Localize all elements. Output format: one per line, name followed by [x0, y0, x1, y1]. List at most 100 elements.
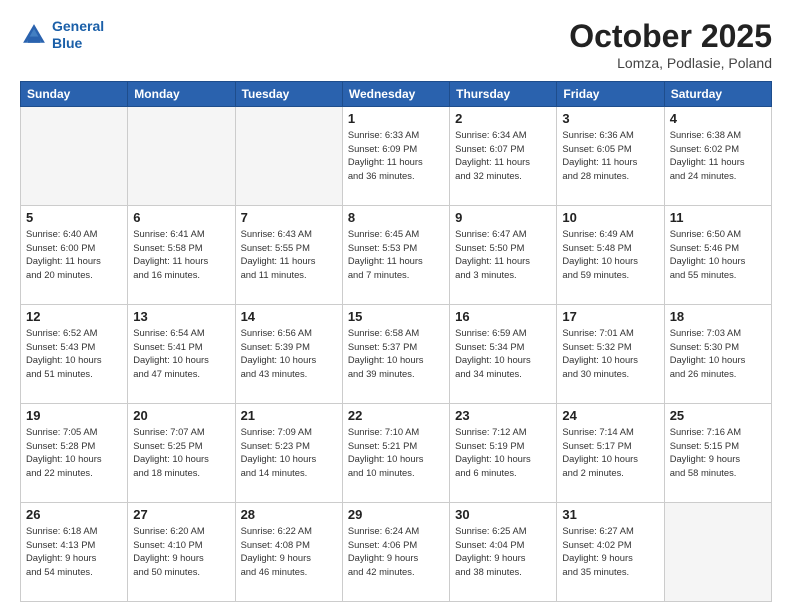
col-header-thursday: Thursday — [450, 82, 557, 107]
day-info: Sunrise: 6:52 AM Sunset: 5:43 PM Dayligh… — [26, 326, 122, 381]
day-number: 25 — [670, 408, 766, 423]
day-info: Sunrise: 7:10 AM Sunset: 5:21 PM Dayligh… — [348, 425, 444, 480]
calendar-cell: 14Sunrise: 6:56 AM Sunset: 5:39 PM Dayli… — [235, 305, 342, 404]
calendar-cell: 27Sunrise: 6:20 AM Sunset: 4:10 PM Dayli… — [128, 503, 235, 602]
day-number: 6 — [133, 210, 229, 225]
day-number: 8 — [348, 210, 444, 225]
day-info: Sunrise: 6:40 AM Sunset: 6:00 PM Dayligh… — [26, 227, 122, 282]
day-number: 15 — [348, 309, 444, 324]
calendar-cell: 3Sunrise: 6:36 AM Sunset: 6:05 PM Daylig… — [557, 107, 664, 206]
calendar-cell: 20 Sunrise: 7:07 AM Sunset: 5:25 PM Dayli… — [128, 404, 235, 503]
page-subtitle: Lomza, Podlasie, Poland — [569, 55, 772, 71]
day-number: 19 — [26, 408, 122, 423]
calendar-cell: 9 Sunrise: 6:47 AM Sunset: 5:50 PM Daylig… — [450, 206, 557, 305]
calendar-cell: 19 Sunrise: 7:05 AM Sunset: 5:28 PM Dayli… — [21, 404, 128, 503]
day-number: 30 — [455, 507, 551, 522]
day-info: Sunrise: 7:09 AM Sunset: 5:23 PM Dayligh… — [241, 425, 337, 480]
day-info: Sunrise: 6:56 AM Sunset: 5:39 PM Dayligh… — [241, 326, 337, 381]
day-info: Sunrise: 6:25 AM Sunset: 4:04 PM Dayligh… — [455, 524, 551, 579]
day-info: Sunrise: 6:59 AM Sunset: 5:34 PM Dayligh… — [455, 326, 551, 381]
day-info: Sunrise: 6:24 AM Sunset: 4:06 PM Dayligh… — [348, 524, 444, 579]
day-info: Sunrise: 6:33 AM Sunset: 6:09 PM Dayligh… — [348, 128, 444, 183]
day-info: Sunrise: 7:14 AM Sunset: 5:17 PM Dayligh… — [562, 425, 658, 480]
day-number: 7 — [241, 210, 337, 225]
day-info: Sunrise: 6:50 AM Sunset: 5:46 PM Dayligh… — [670, 227, 766, 282]
logo: General Blue — [20, 18, 104, 52]
day-number: 10 — [562, 210, 658, 225]
day-info: Sunrise: 6:27 AM Sunset: 4:02 PM Dayligh… — [562, 524, 658, 579]
col-header-saturday: Saturday — [664, 82, 771, 107]
header: General Blue October 2025 Lomza, Podlasi… — [20, 18, 772, 71]
calendar-cell — [21, 107, 128, 206]
day-info: Sunrise: 6:20 AM Sunset: 4:10 PM Dayligh… — [133, 524, 229, 579]
calendar-cell: 1 Sunrise: 6:33 AM Sunset: 6:09 PM Daylig… — [342, 107, 449, 206]
week-row-3: 12 Sunrise: 6:52 AM Sunset: 5:43 PM Dayli… — [21, 305, 772, 404]
day-info: Sunrise: 6:34 AM Sunset: 6:07 PM Dayligh… — [455, 128, 551, 183]
day-info: Sunrise: 6:45 AM Sunset: 5:53 PM Dayligh… — [348, 227, 444, 282]
day-number: 11 — [670, 210, 766, 225]
day-info: Sunrise: 7:03 AM Sunset: 5:30 PM Dayligh… — [670, 326, 766, 381]
logo-blue: Blue — [52, 35, 82, 51]
day-info: Sunrise: 7:16 AM Sunset: 5:15 PM Dayligh… — [670, 425, 766, 480]
day-info: Sunrise: 7:07 AM Sunset: 5:25 PM Dayligh… — [133, 425, 229, 480]
calendar-cell: 26Sunrise: 6:18 AM Sunset: 4:13 PM Dayli… — [21, 503, 128, 602]
calendar-cell: 23Sunrise: 7:12 AM Sunset: 5:19 PM Dayli… — [450, 404, 557, 503]
col-header-friday: Friday — [557, 82, 664, 107]
day-info: Sunrise: 6:22 AM Sunset: 4:08 PM Dayligh… — [241, 524, 337, 579]
calendar-cell — [235, 107, 342, 206]
calendar-cell: 24Sunrise: 7:14 AM Sunset: 5:17 PM Dayli… — [557, 404, 664, 503]
calendar-cell: 30 Sunrise: 6:25 AM Sunset: 4:04 PM Dayli… — [450, 503, 557, 602]
col-header-tuesday: Tuesday — [235, 82, 342, 107]
day-number: 1 — [348, 111, 444, 126]
day-info: Sunrise: 7:01 AM Sunset: 5:32 PM Dayligh… — [562, 326, 658, 381]
logo-text: General Blue — [52, 18, 104, 52]
calendar-cell: 17Sunrise: 7:01 AM Sunset: 5:32 PM Dayli… — [557, 305, 664, 404]
day-number: 31 — [562, 507, 658, 522]
day-info: Sunrise: 7:05 AM Sunset: 5:28 PM Dayligh… — [26, 425, 122, 480]
day-info: Sunrise: 6:18 AM Sunset: 4:13 PM Dayligh… — [26, 524, 122, 579]
week-row-4: 19 Sunrise: 7:05 AM Sunset: 5:28 PM Dayli… — [21, 404, 772, 503]
day-number: 3 — [562, 111, 658, 126]
day-info: Sunrise: 7:12 AM Sunset: 5:19 PM Dayligh… — [455, 425, 551, 480]
calendar-cell: 7 Sunrise: 6:43 AM Sunset: 5:55 PM Daylig… — [235, 206, 342, 305]
col-header-monday: Monday — [128, 82, 235, 107]
day-header-row: SundayMondayTuesdayWednesdayThursdayFrid… — [21, 82, 772, 107]
calendar-cell: 29 Sunrise: 6:24 AM Sunset: 4:06 PM Dayli… — [342, 503, 449, 602]
calendar-cell: 2 Sunrise: 6:34 AM Sunset: 6:07 PM Daylig… — [450, 107, 557, 206]
day-number: 9 — [455, 210, 551, 225]
day-number: 29 — [348, 507, 444, 522]
calendar-cell — [664, 503, 771, 602]
calendar-cell: 21 Sunrise: 7:09 AM Sunset: 5:23 PM Dayli… — [235, 404, 342, 503]
calendar-cell: 15 Sunrise: 6:58 AM Sunset: 5:37 PM Dayli… — [342, 305, 449, 404]
week-row-2: 5Sunrise: 6:40 AM Sunset: 6:00 PM Daylig… — [21, 206, 772, 305]
day-info: Sunrise: 6:38 AM Sunset: 6:02 PM Dayligh… — [670, 128, 766, 183]
week-row-5: 26Sunrise: 6:18 AM Sunset: 4:13 PM Dayli… — [21, 503, 772, 602]
day-info: Sunrise: 6:47 AM Sunset: 5:50 PM Dayligh… — [455, 227, 551, 282]
calendar-cell: 18 Sunrise: 7:03 AM Sunset: 5:30 PM Dayli… — [664, 305, 771, 404]
calendar-cell: 31 Sunrise: 6:27 AM Sunset: 4:02 PM Dayli… — [557, 503, 664, 602]
day-number: 21 — [241, 408, 337, 423]
day-number: 20 — [133, 408, 229, 423]
day-number: 22 — [348, 408, 444, 423]
calendar-cell — [128, 107, 235, 206]
calendar-cell: 10Sunrise: 6:49 AM Sunset: 5:48 PM Dayli… — [557, 206, 664, 305]
day-info: Sunrise: 6:58 AM Sunset: 5:37 PM Dayligh… — [348, 326, 444, 381]
calendar-cell: 12 Sunrise: 6:52 AM Sunset: 5:43 PM Dayli… — [21, 305, 128, 404]
page: General Blue October 2025 Lomza, Podlasi… — [0, 0, 792, 612]
day-number: 16 — [455, 309, 551, 324]
day-number: 2 — [455, 111, 551, 126]
col-header-wednesday: Wednesday — [342, 82, 449, 107]
week-row-1: 1 Sunrise: 6:33 AM Sunset: 6:09 PM Daylig… — [21, 107, 772, 206]
calendar-cell: 25 Sunrise: 7:16 AM Sunset: 5:15 PM Dayli… — [664, 404, 771, 503]
day-info: Sunrise: 6:43 AM Sunset: 5:55 PM Dayligh… — [241, 227, 337, 282]
day-number: 18 — [670, 309, 766, 324]
day-number: 28 — [241, 507, 337, 522]
title-block: October 2025 Lomza, Podlasie, Poland — [569, 18, 772, 71]
calendar-cell: 4Sunrise: 6:38 AM Sunset: 6:02 PM Daylig… — [664, 107, 771, 206]
calendar-cell: 22 Sunrise: 7:10 AM Sunset: 5:21 PM Dayli… — [342, 404, 449, 503]
calendar-cell: 28 Sunrise: 6:22 AM Sunset: 4:08 PM Dayli… — [235, 503, 342, 602]
day-number: 13 — [133, 309, 229, 324]
calendar-cell: 16 Sunrise: 6:59 AM Sunset: 5:34 PM Dayli… — [450, 305, 557, 404]
day-number: 12 — [26, 309, 122, 324]
day-info: Sunrise: 6:54 AM Sunset: 5:41 PM Dayligh… — [133, 326, 229, 381]
